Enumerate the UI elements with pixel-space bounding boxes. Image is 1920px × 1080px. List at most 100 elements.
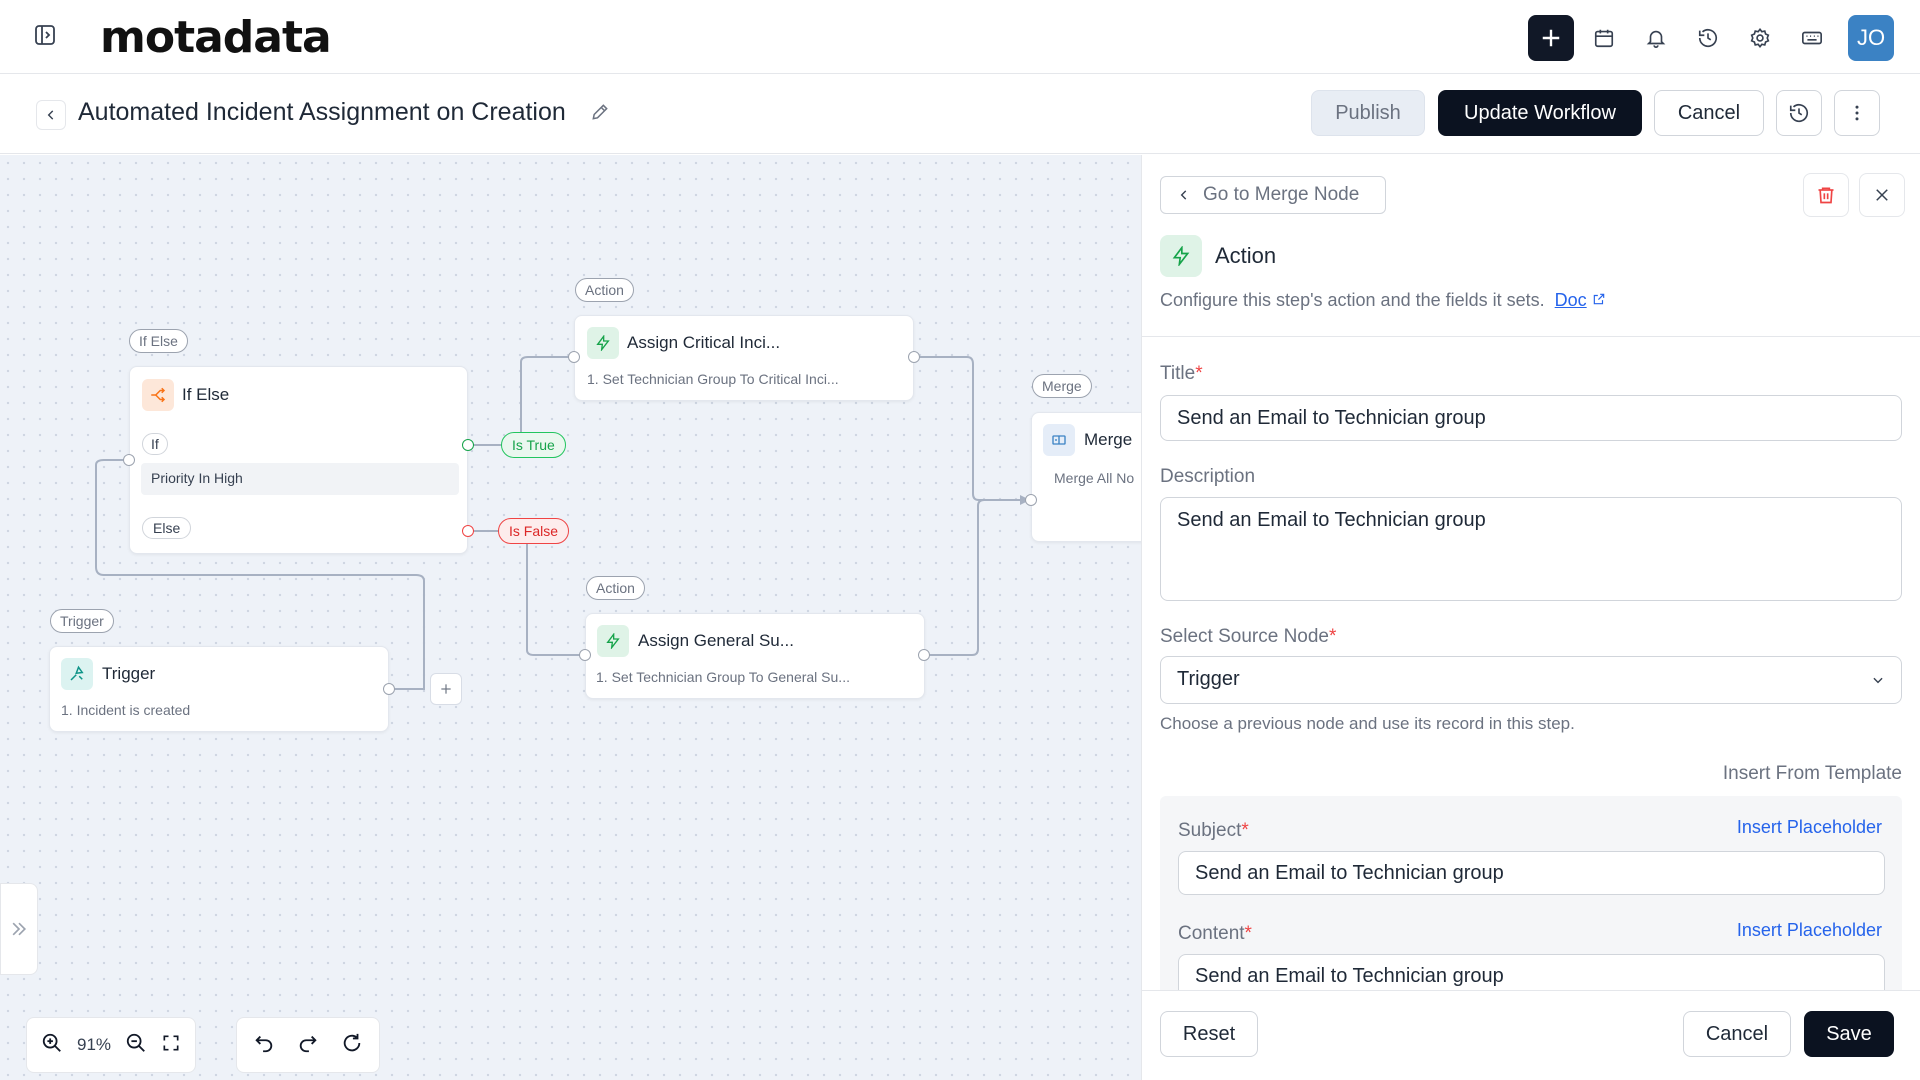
merge-icon <box>1043 424 1075 456</box>
cancel-button[interactable]: Cancel <box>1654 90 1764 136</box>
is-false-badge: Is False <box>498 518 570 544</box>
title-field[interactable]: Send an Email to Technician group <box>1160 395 1902 441</box>
merge-node[interactable]: Merge Merge All No <box>1031 412 1141 542</box>
subject-field[interactable]: Send an Email to Technician group <box>1178 851 1885 895</box>
fit-view-icon[interactable] <box>161 1033 181 1058</box>
lightning-icon <box>1160 235 1202 277</box>
condition-chip[interactable]: Priority In High <box>141 463 459 495</box>
general-input-port[interactable] <box>579 649 591 661</box>
if-false-port[interactable] <box>462 525 474 537</box>
source-node-help: Choose a previous node and use its recor… <box>1160 714 1575 733</box>
else-label: Else <box>142 517 192 539</box>
plus-icon <box>1542 29 1560 47</box>
ifelse-input-port[interactable] <box>123 454 135 466</box>
node-title: Trigger <box>102 664 156 683</box>
save-button[interactable]: Save <box>1804 1011 1894 1057</box>
chevron-left-icon <box>47 110 54 120</box>
merge-input-port[interactable] <box>1025 494 1037 506</box>
reset-button[interactable]: Reset <box>1160 1011 1258 1057</box>
go-to-merge-node-button[interactable]: Go to Merge Node <box>1160 176 1387 214</box>
action-node-critical[interactable]: Assign Critical Inci... 1. Set Technicia… <box>574 315 914 401</box>
source-node-label: Select Source Node* <box>1160 626 1336 648</box>
pencil-icon[interactable] <box>590 102 610 127</box>
trigger-output-port[interactable] <box>383 683 395 695</box>
refresh-icon[interactable] <box>341 1032 363 1059</box>
required-mark: * <box>1329 626 1337 647</box>
insert-placeholder-content[interactable]: Insert Placeholder <box>1737 920 1882 941</box>
edge-general-merge <box>924 499 1030 656</box>
panel-description-text: Configure this step's action and the fie… <box>1160 290 1545 310</box>
source-node-value: Trigger <box>1177 668 1240 690</box>
subject-label: Subject* <box>1178 820 1249 842</box>
required-mark: * <box>1195 363 1203 384</box>
update-workflow-button[interactable]: Update Workflow <box>1438 90 1642 136</box>
panel-title: Action <box>1215 243 1277 268</box>
description-label: Description <box>1160 466 1256 487</box>
email-template-box: Subject* Insert Placeholder Send an Emai… <box>1160 796 1902 996</box>
zoom-controls: 91% <box>26 1017 197 1073</box>
add-node-button[interactable] <box>430 673 462 705</box>
zoom-in-icon[interactable] <box>41 1032 63 1059</box>
undo-icon[interactable] <box>253 1032 275 1059</box>
zoom-level: 91% <box>77 1035 112 1054</box>
node-summary: Merge All No <box>1054 470 1135 486</box>
avatar[interactable]: JO <box>1848 15 1894 61</box>
trigger-icon <box>61 658 93 690</box>
edge-critical-merge <box>914 356 1030 501</box>
more-options-button[interactable] <box>1834 90 1880 136</box>
general-output-port[interactable] <box>918 649 930 661</box>
subject-label-text: Subject <box>1178 820 1242 841</box>
doc-link[interactable]: Doc <box>1555 290 1587 310</box>
node-tag-critical: Action <box>575 278 634 302</box>
history-icon[interactable] <box>1686 16 1730 60</box>
critical-input-port[interactable] <box>568 351 580 363</box>
title-label-text: Title <box>1160 363 1196 384</box>
if-true-port[interactable] <box>462 439 474 451</box>
close-icon <box>1876 189 1888 201</box>
back-button[interactable] <box>36 100 66 130</box>
redo-icon[interactable] <box>297 1032 319 1059</box>
content-label-text: Content <box>1178 923 1245 944</box>
history-icon <box>1789 104 1809 123</box>
if-label: If <box>142 433 168 455</box>
chevron-down-icon <box>1873 677 1883 684</box>
publish-button[interactable]: Publish <box>1311 90 1425 136</box>
action-node-general[interactable]: Assign General Su... 1. Set Technician G… <box>585 613 925 699</box>
bell-icon[interactable] <box>1634 16 1678 60</box>
external-link-icon <box>1593 293 1604 305</box>
calendar-icon[interactable] <box>1582 16 1626 60</box>
sidebar-toggle-icon[interactable] <box>30 20 60 50</box>
panel-cancel-button[interactable]: Cancel <box>1683 1011 1791 1057</box>
lightning-icon <box>597 625 629 657</box>
gear-icon[interactable] <box>1738 16 1782 60</box>
divider <box>1142 336 1920 337</box>
insert-from-template-link[interactable]: Insert From Template <box>1723 763 1902 785</box>
edge-false-general <box>470 530 584 656</box>
top-actions: JO <box>1528 15 1894 61</box>
source-node-select[interactable]: Trigger <box>1160 656 1902 704</box>
go-to-label: Go to Merge Node <box>1203 184 1360 205</box>
node-title: If Else <box>182 385 230 404</box>
version-history-button[interactable] <box>1776 90 1822 136</box>
insert-placeholder-subject[interactable]: Insert Placeholder <box>1737 817 1882 838</box>
close-panel-button[interactable] <box>1859 173 1905 217</box>
action-config-panel: Go to Merge Node Action Configure this s… <box>1141 155 1920 1080</box>
workflow-canvas[interactable]: If Else If Else If Priority In High Else… <box>0 155 1141 1080</box>
top-bar: motadata JO <box>0 0 1920 74</box>
keyboard-icon[interactable] <box>1790 16 1834 60</box>
add-button[interactable] <box>1528 15 1574 61</box>
description-field[interactable]: Send an Email to Technician group <box>1160 497 1902 601</box>
is-true-badge: Is True <box>501 432 566 458</box>
source-node-label-text: Select Source Node <box>1160 626 1329 647</box>
node-summary: 1. Incident is created <box>61 702 191 718</box>
zoom-out-icon[interactable] <box>125 1032 147 1059</box>
critical-output-port[interactable] <box>908 351 920 363</box>
branch-icon <box>142 379 174 411</box>
delete-node-button[interactable] <box>1803 173 1849 217</box>
edge-layer <box>95 352 1030 690</box>
ifelse-node[interactable]: If Else If Priority In High Else <box>129 366 468 554</box>
expand-panel-button[interactable] <box>0 883 38 975</box>
trigger-node[interactable]: Trigger 1. Incident is created <box>49 646 389 732</box>
workflow-header: Automated Incident Assignment on Creatio… <box>0 74 1920 154</box>
logo: motadata <box>100 12 332 63</box>
